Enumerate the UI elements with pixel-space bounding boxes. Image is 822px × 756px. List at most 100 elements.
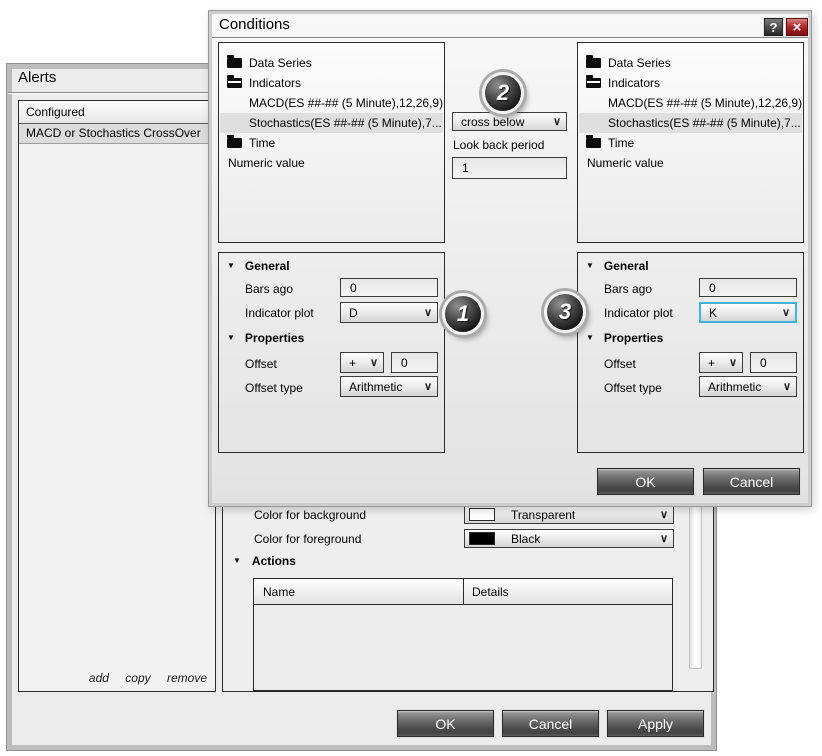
tree-item-label: MACD(ES ##-## (5 Minute),12,26,9) bbox=[249, 96, 443, 110]
offset-operator-select[interactable]: + ∨ bbox=[699, 352, 743, 373]
look-back-period-input[interactable]: 1 bbox=[452, 157, 567, 179]
collapse-arrow-icon: ▼ bbox=[233, 556, 241, 566]
actions-section-header[interactable]: ▼ Actions bbox=[233, 554, 296, 568]
collapse-arrow-icon: ▼ bbox=[227, 261, 235, 271]
tree-item-label: Time bbox=[249, 136, 275, 150]
offset-type-label: Offset type bbox=[245, 381, 303, 395]
tree-item-label: Data Series bbox=[249, 56, 312, 70]
folder-open-icon bbox=[227, 78, 242, 88]
name-column-header[interactable]: Name bbox=[254, 585, 463, 599]
offset-type-value: Arithmetic bbox=[700, 380, 783, 394]
configured-list-header: Configured bbox=[19, 101, 215, 124]
tree-item-data-series[interactable]: Data Series bbox=[579, 53, 802, 73]
alert-list-item[interactable]: MACD or Stochastics CrossOver bbox=[19, 124, 215, 144]
chevron-down-icon: ∨ bbox=[782, 306, 795, 319]
conditions-dialog-title: Conditions bbox=[219, 16, 290, 33]
general-label: General bbox=[245, 259, 290, 273]
tree-item-label: Indicators bbox=[249, 76, 301, 90]
indicator-plot-label: Indicator plot bbox=[604, 306, 673, 320]
tree-item-time[interactable]: Time bbox=[220, 133, 443, 153]
general-section-header[interactable]: ▼ General bbox=[227, 259, 290, 273]
offset-value-input[interactable]: 0 bbox=[750, 352, 797, 373]
close-button[interactable]: × bbox=[786, 18, 808, 36]
remove-link[interactable]: remove bbox=[167, 671, 207, 685]
indicator-plot-select[interactable]: K ∨ bbox=[699, 302, 797, 323]
configured-list: Configured MACD or Stochastics CrossOver… bbox=[18, 100, 216, 692]
indicator-plot-value: D bbox=[341, 306, 424, 320]
chevron-down-icon: ∨ bbox=[553, 115, 566, 128]
bars-ago-input[interactable]: 0 bbox=[340, 278, 438, 297]
properties-label: Properties bbox=[604, 331, 663, 345]
indicator-plot-value: K bbox=[701, 306, 782, 320]
tree-item-label: Stochastics(ES ##-## (5 Minute),7... bbox=[249, 116, 442, 130]
transparent-color-swatch bbox=[469, 508, 495, 521]
actions-table-header: Name Details bbox=[254, 579, 672, 605]
bars-ago-label: Bars ago bbox=[604, 282, 652, 296]
tree-item-label: Numeric value bbox=[228, 156, 305, 170]
tree-item-stochastics[interactable]: Stochastics(ES ##-## (5 Minute),7... bbox=[220, 113, 443, 133]
copy-link[interactable]: copy bbox=[125, 671, 150, 685]
tree-item-label: Time bbox=[608, 136, 634, 150]
callout-badge-3: 3 bbox=[544, 291, 586, 333]
color-foreground-value: Black bbox=[503, 532, 660, 546]
folder-open-icon bbox=[586, 78, 601, 88]
add-link[interactable]: add bbox=[89, 671, 109, 685]
tree-item-stochastics[interactable]: Stochastics(ES ##-## (5 Minute),7... bbox=[579, 113, 802, 133]
list-action-links: add copy remove bbox=[76, 671, 207, 685]
left-properties-panel: ▼ General Bars ago 0 Indicator plot D ∨ … bbox=[218, 252, 445, 453]
offset-operator-value: + bbox=[341, 356, 370, 370]
details-column-header[interactable]: Details bbox=[463, 579, 672, 604]
tree-item-data-series[interactable]: Data Series bbox=[220, 53, 443, 73]
offset-operator-value: + bbox=[700, 356, 729, 370]
right-condition-tree: Data Series Indicators MACD(ES ##-## (5 … bbox=[577, 42, 804, 243]
callout-badge-1: 1 bbox=[442, 293, 484, 335]
operator-select[interactable]: cross below ∨ bbox=[452, 112, 567, 131]
color-background-value: Transparent bbox=[503, 508, 660, 522]
properties-section-header[interactable]: ▼ Properties bbox=[227, 331, 304, 345]
offset-type-select[interactable]: Arithmetic ∨ bbox=[340, 376, 438, 397]
alerts-ok-button[interactable]: OK bbox=[397, 710, 494, 737]
bars-ago-input[interactable]: 0 bbox=[699, 278, 797, 297]
collapse-arrow-icon: ▼ bbox=[227, 333, 235, 343]
folder-closed-icon bbox=[227, 58, 242, 68]
help-button[interactable]: ? bbox=[764, 18, 783, 36]
properties-label: Properties bbox=[245, 331, 304, 345]
conditions-ok-button[interactable]: OK bbox=[597, 468, 694, 495]
folder-closed-icon bbox=[586, 138, 601, 148]
color-background-select[interactable]: Transparent ∨ bbox=[464, 505, 674, 524]
chevron-down-icon: ∨ bbox=[660, 532, 673, 545]
chevron-down-icon: ∨ bbox=[660, 508, 673, 521]
color-foreground-label: Color for foreground bbox=[254, 532, 361, 546]
tree-item-macd[interactable]: MACD(ES ##-## (5 Minute),12,26,9) bbox=[220, 93, 443, 113]
offset-operator-select[interactable]: + ∨ bbox=[340, 352, 384, 373]
offset-type-value: Arithmetic bbox=[341, 380, 424, 394]
left-condition-tree: Data Series Indicators MACD(ES ##-## (5 … bbox=[218, 42, 445, 243]
black-color-swatch bbox=[469, 532, 495, 545]
screen: Alerts Configured MACD or Stochastics Cr… bbox=[0, 0, 822, 756]
tree-item-time[interactable]: Time bbox=[579, 133, 802, 153]
alerts-apply-button[interactable]: Apply bbox=[607, 710, 704, 737]
general-section-header[interactable]: ▼ General bbox=[586, 259, 649, 273]
folder-closed-icon bbox=[586, 58, 601, 68]
tree-item-macd[interactable]: MACD(ES ##-## (5 Minute),12,26,9) bbox=[579, 93, 802, 113]
tree-item-numeric-value[interactable]: Numeric value bbox=[579, 153, 802, 173]
indicator-plot-select[interactable]: D ∨ bbox=[340, 302, 438, 323]
properties-section-header[interactable]: ▼ Properties bbox=[586, 331, 663, 345]
tree-item-label: Numeric value bbox=[587, 156, 664, 170]
alerts-window-title: Alerts bbox=[18, 69, 56, 86]
tree-item-numeric-value[interactable]: Numeric value bbox=[220, 153, 443, 173]
color-foreground-select[interactable]: Black ∨ bbox=[464, 529, 674, 548]
tree-item-label: Data Series bbox=[608, 56, 671, 70]
tree-item-indicators[interactable]: Indicators bbox=[220, 73, 443, 93]
offset-label: Offset bbox=[604, 357, 636, 371]
alerts-cancel-button[interactable]: Cancel bbox=[502, 710, 599, 737]
tree-item-indicators[interactable]: Indicators bbox=[579, 73, 802, 93]
offset-type-select[interactable]: Arithmetic ∨ bbox=[699, 376, 797, 397]
help-icon: ? bbox=[770, 20, 778, 35]
actions-table: Name Details bbox=[253, 578, 673, 691]
folder-closed-icon bbox=[227, 138, 242, 148]
offset-value-input[interactable]: 0 bbox=[391, 352, 438, 373]
chevron-down-icon: ∨ bbox=[370, 356, 383, 369]
conditions-cancel-button[interactable]: Cancel bbox=[703, 468, 800, 495]
tree-item-label: Indicators bbox=[608, 76, 660, 90]
